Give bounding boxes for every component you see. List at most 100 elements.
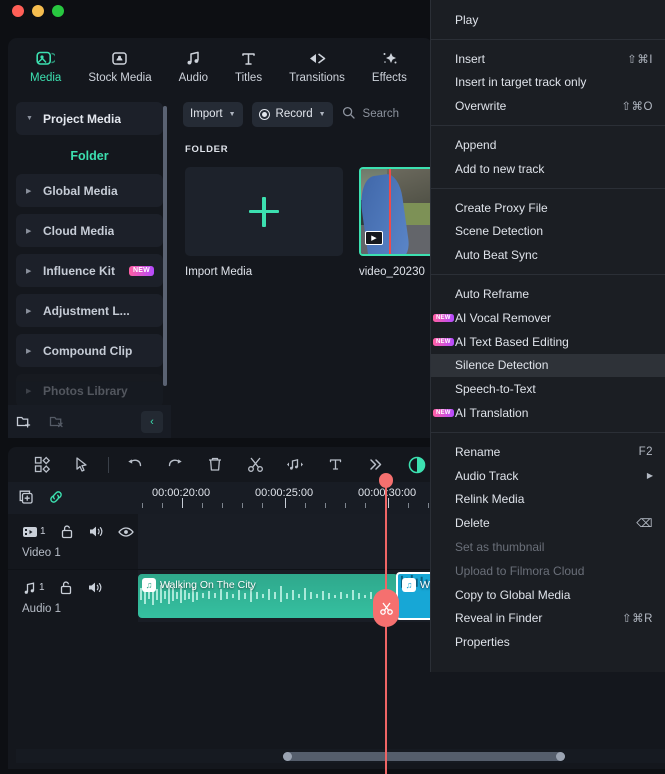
menu-item-insert-target-track[interactable]: Insert in target track only xyxy=(431,71,665,95)
audio-track-icon: 1 xyxy=(22,581,45,595)
menu-label: Create Proxy File xyxy=(455,201,653,215)
menu-item-ai-translation[interactable]: NEW AI Translation xyxy=(431,401,665,425)
menu-item-silence-detection[interactable]: Silence Detection xyxy=(431,354,665,378)
mute-icon[interactable] xyxy=(88,524,104,539)
video-thumbnail[interactable]: ▶ xyxy=(359,167,434,256)
menu-item-overwrite[interactable]: Overwrite ⇧⌘O xyxy=(431,94,665,118)
undo-icon[interactable] xyxy=(115,447,155,482)
clip-audio-icon: ♫ xyxy=(402,578,416,592)
eye-icon[interactable] xyxy=(118,526,134,538)
menu-label: Silence Detection xyxy=(455,358,653,372)
import-media-tile[interactable] xyxy=(185,167,343,256)
link-icon[interactable] xyxy=(48,489,64,505)
redo-icon[interactable] xyxy=(155,447,195,482)
duplicate-track-icon[interactable] xyxy=(18,489,34,505)
plus-icon xyxy=(249,197,279,227)
media-body: FOLDER Import Media xyxy=(171,134,433,278)
record-button[interactable]: Record ▼ xyxy=(252,102,333,127)
mute-icon[interactable] xyxy=(87,580,103,595)
tab-label: Media xyxy=(30,72,61,84)
search-icon xyxy=(342,106,355,122)
menu-label: Auto Reframe xyxy=(455,287,653,301)
menu-item-delete[interactable]: Delete ⌫ xyxy=(431,511,665,535)
library-sidebar: ▼ Project Media Folder ▶ Global Media ▶ … xyxy=(8,94,171,438)
sidebar-item-label: Project Media xyxy=(43,112,121,126)
scrollbar-thumb[interactable] xyxy=(283,752,565,761)
audio-detach-icon[interactable] xyxy=(275,447,315,482)
menu-item-auto-beat-sync[interactable]: Auto Beat Sync xyxy=(431,243,665,267)
timeline-hscrollbar[interactable] xyxy=(16,749,665,763)
tab-label: Titles xyxy=(235,72,262,84)
audio-clip-unselected[interactable]: ♫ Walking On The City xyxy=(138,574,398,618)
menu-item-play[interactable]: Play xyxy=(431,8,665,32)
menu-item-properties[interactable]: Properties xyxy=(431,630,665,654)
collapse-sidebar-button[interactable]: ‹ xyxy=(141,411,163,433)
menu-item-relink-media[interactable]: Relink Media xyxy=(431,488,665,512)
delete-folder-icon[interactable] xyxy=(49,414,66,429)
selection-tool-icon[interactable] xyxy=(62,447,102,482)
menu-item-copy-to-global-media[interactable]: Copy to Global Media xyxy=(431,583,665,607)
sidebar-item-photos-library[interactable]: ▶ Photos Library xyxy=(16,374,163,407)
sidebar-item-project-media[interactable]: ▼ Project Media xyxy=(16,102,163,135)
sidebar-item-influence-kit[interactable]: ▶ Influence Kit NEW xyxy=(16,254,163,287)
tab-media[interactable]: Media xyxy=(30,48,61,84)
new-badge: NEW xyxy=(433,409,454,417)
tab-stock-media[interactable]: Stock Media xyxy=(88,48,151,84)
media-icon xyxy=(36,48,55,68)
sidebar-scrollbar[interactable] xyxy=(163,106,167,386)
sidebar-item-label: Global Media xyxy=(43,184,118,198)
tab-audio[interactable]: Audio xyxy=(179,48,208,84)
menu-label: Delete xyxy=(455,516,636,530)
split-scissors-icon[interactable] xyxy=(373,589,399,627)
menu-item-speech-to-text[interactable]: Speech-to-Text xyxy=(431,377,665,401)
import-button[interactable]: Import ▼ xyxy=(183,102,243,127)
menu-item-set-as-thumbnail: Set as thumbnail xyxy=(431,535,665,559)
menu-item-create-proxy-file[interactable]: Create Proxy File xyxy=(431,196,665,220)
menu-item-add-to-new-track[interactable]: Add to new track xyxy=(431,157,665,181)
search-input[interactable]: Search xyxy=(342,106,399,122)
menu-item-insert[interactable]: Insert ⇧⌘I xyxy=(431,47,665,71)
tab-label: Effects xyxy=(372,72,407,84)
sidebar-footer: ‹ xyxy=(8,405,171,438)
scrollbar-handle-left[interactable] xyxy=(283,752,292,761)
menu-item-append[interactable]: Append xyxy=(431,133,665,157)
menu-item-audio-track[interactable]: Audio Track ▶ xyxy=(431,464,665,488)
sidebar-item-global-media[interactable]: ▶ Global Media xyxy=(16,174,163,207)
scrollbar-handle-right[interactable] xyxy=(556,752,565,761)
lock-icon[interactable] xyxy=(60,524,74,539)
menu-shortcut: ⇧⌘R xyxy=(622,611,653,625)
playhead-handle[interactable] xyxy=(379,473,393,488)
media-cell-video: ▶ video_20230 xyxy=(359,167,434,278)
zoom-button[interactable] xyxy=(52,5,64,17)
sidebar-item-adjustment-layer[interactable]: ▶ Adjustment L... xyxy=(16,294,163,327)
tab-transitions[interactable]: Transitions xyxy=(289,48,345,84)
tab-effects[interactable]: Effects xyxy=(372,48,407,84)
menu-item-reveal-in-finder[interactable]: Reveal in Finder ⇧⌘R xyxy=(431,607,665,631)
sidebar-item-cloud-media[interactable]: ▶ Cloud Media xyxy=(16,214,163,247)
lock-icon[interactable] xyxy=(59,580,73,595)
split-icon[interactable] xyxy=(235,447,275,482)
menu-item-ai-vocal-remover[interactable]: NEW AI Vocal Remover xyxy=(431,306,665,330)
menu-item-rename[interactable]: Rename F2 xyxy=(431,440,665,464)
track-name: Audio 1 xyxy=(8,603,138,615)
tab-titles[interactable]: Titles xyxy=(235,48,262,84)
menu-item-auto-reframe[interactable]: Auto Reframe xyxy=(431,282,665,306)
menu-shortcut: ⇧⌘I xyxy=(627,52,653,66)
delete-icon[interactable] xyxy=(195,447,235,482)
menu-item-scene-detection[interactable]: Scene Detection xyxy=(431,220,665,244)
minimize-button[interactable] xyxy=(32,5,44,17)
track-header-audio: 1 Audio 1 xyxy=(8,580,138,615)
chevron-right-icon: ▶ xyxy=(26,267,34,275)
menu-label: Insert xyxy=(455,52,627,66)
close-button[interactable] xyxy=(12,5,24,17)
sidebar-item-compound-clip[interactable]: ▶ Compound Clip xyxy=(16,334,163,367)
playhead[interactable] xyxy=(385,482,387,774)
menu-item-ai-text-based-editing[interactable]: NEW AI Text Based Editing xyxy=(431,330,665,354)
menu-separator xyxy=(431,432,665,433)
filmora-window: Media Stock Media Audio Titles Transitio… xyxy=(0,0,665,774)
sidebar-item-label: Compound Clip xyxy=(43,344,132,358)
menu-label: Copy to Global Media xyxy=(455,588,653,602)
grid-view-icon[interactable] xyxy=(22,447,62,482)
text-tool-icon[interactable] xyxy=(315,447,355,482)
new-folder-icon[interactable] xyxy=(16,414,33,429)
